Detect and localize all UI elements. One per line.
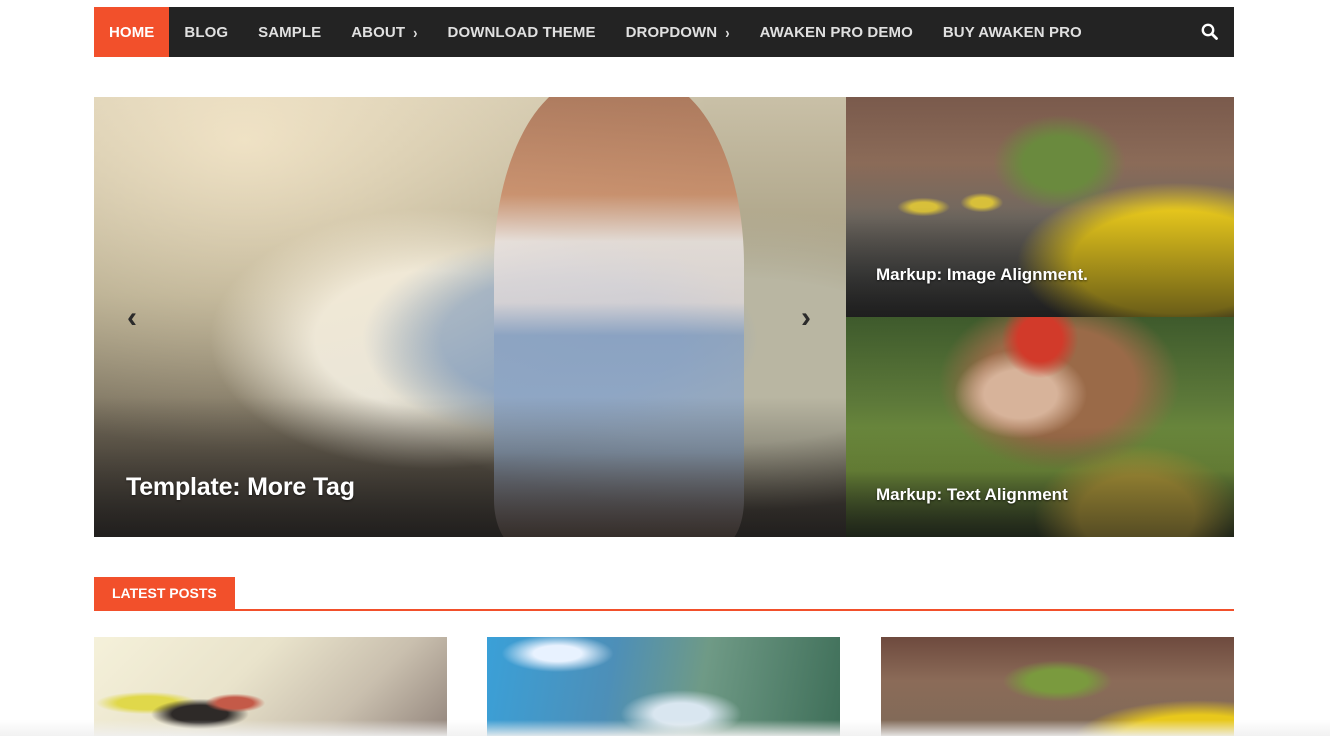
nav-item-sample[interactable]: SAMPLE — [243, 7, 336, 57]
nav-item-blog[interactable]: BLOG — [169, 7, 243, 57]
post-thumbnail[interactable] — [487, 637, 840, 736]
nav-item-label: BLOG — [184, 23, 229, 41]
main-navigation: HOME BLOG SAMPLE ABOUT › DOWNLOAD THEME D… — [94, 7, 1234, 57]
nav-item-label: BUY AWAKEN PRO — [942, 23, 1082, 41]
chevron-right-icon: › — [725, 23, 730, 41]
featured-post-image-alignment[interactable]: Markup: Image Alignment. — [846, 97, 1234, 317]
chevron-right-icon: › — [413, 23, 418, 41]
post-thumbnail[interactable] — [881, 637, 1234, 736]
nav-item-home[interactable]: HOME — [94, 7, 170, 57]
slide-title[interactable]: Template: More Tag — [126, 473, 355, 502]
nav-item-label: AWAKEN PRO DEMO — [759, 23, 913, 41]
nav-item-download-theme[interactable]: DOWNLOAD THEME — [433, 7, 611, 57]
nav-item-about[interactable]: ABOUT › — [336, 7, 432, 57]
section-title: LATEST POSTS — [94, 577, 235, 609]
latest-posts-heading: LATEST POSTS — [94, 577, 1234, 611]
post-thumbnail[interactable] — [94, 637, 447, 736]
chevron-left-icon[interactable]: ‹ — [120, 303, 144, 333]
chevron-right-icon[interactable]: › — [794, 303, 818, 333]
nav-item-buy-awaken-pro[interactable]: BUY AWAKEN PRO — [928, 7, 1097, 57]
featured-slider[interactable]: ‹ › Template: More Tag — [94, 97, 846, 537]
nav-item-label: ABOUT — [351, 23, 406, 41]
nav-item-label: DROPDOWN — [625, 23, 718, 41]
latest-post-card[interactable] — [94, 637, 447, 736]
slide-overlay — [94, 397, 846, 537]
latest-post-card[interactable] — [881, 637, 1234, 736]
latest-post-card[interactable] — [487, 637, 840, 736]
post-title[interactable]: Markup: Text Alignment — [876, 485, 1068, 505]
nav-item-label: HOME — [109, 23, 155, 41]
nav-item-dropdown[interactable]: DROPDOWN › — [611, 7, 745, 57]
nav-item-label: DOWNLOAD THEME — [447, 23, 596, 41]
nav-item-awaken-pro-demo[interactable]: AWAKEN PRO DEMO — [745, 7, 928, 57]
post-overlay — [846, 207, 1234, 317]
search-icon[interactable] — [1200, 22, 1220, 42]
post-title[interactable]: Markup: Image Alignment. — [876, 265, 1088, 285]
nav-item-label: SAMPLE — [258, 23, 322, 41]
post-overlay — [846, 427, 1234, 537]
featured-post-text-alignment[interactable]: Markup: Text Alignment — [846, 317, 1234, 537]
